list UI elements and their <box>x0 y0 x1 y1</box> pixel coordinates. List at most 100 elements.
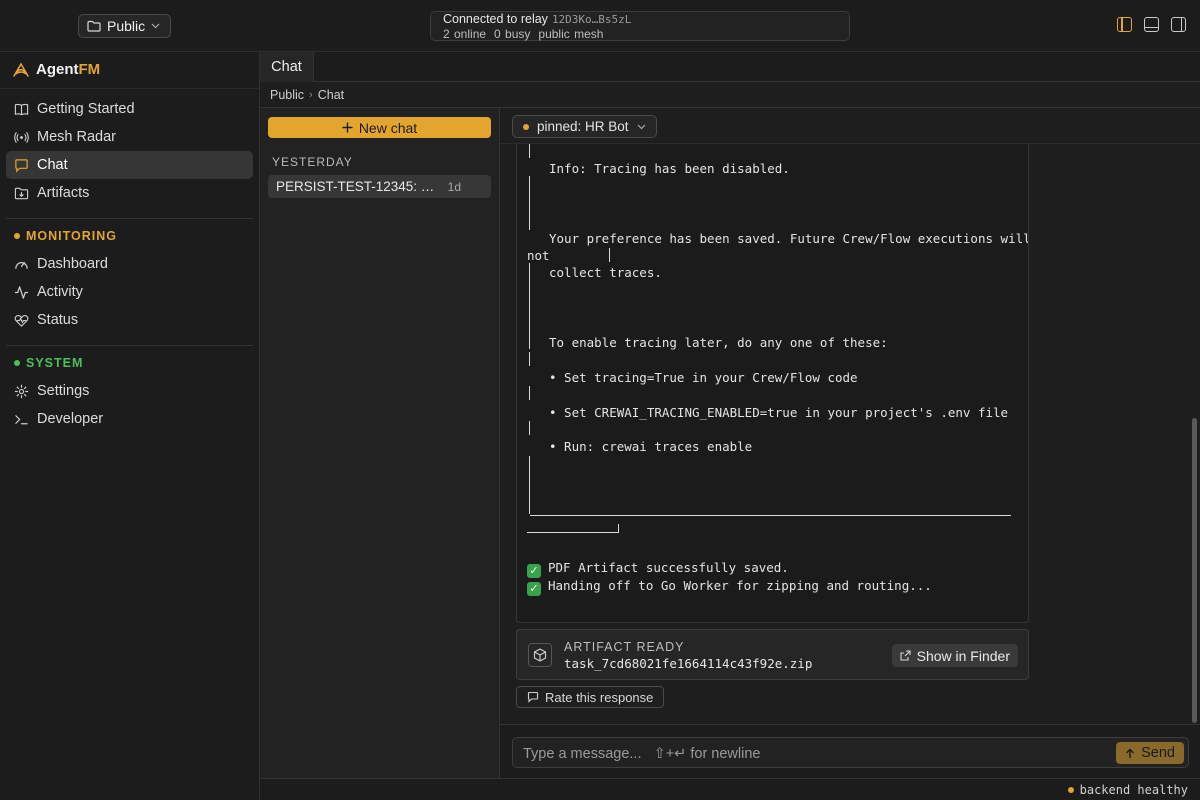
backend-health: backend healthy <box>1067 783 1188 797</box>
nav-artifacts[interactable]: Artifacts <box>6 179 253 207</box>
divider <box>0 88 260 89</box>
log-border <box>609 248 610 262</box>
log-line: • Run: crewai traces enable <box>549 439 753 454</box>
chevron-down-icon <box>637 124 645 129</box>
log-line: not <box>527 248 550 263</box>
section-monitoring-label: MONITORING <box>26 229 118 243</box>
relay-peer-id: 12D3Ko…Bs5zL <box>551 13 632 26</box>
log-line: Your preference has been saved. Future C… <box>549 231 1029 246</box>
log-line: • Set CREWAI_TRACING_ENABLED=true in you… <box>549 405 1009 420</box>
chat-list-item[interactable]: PERSIST-TEST-12345: … 1d <box>268 175 491 198</box>
message-input-box[interactable]: Send <box>512 737 1189 768</box>
log-bottom-border <box>530 515 1011 516</box>
scrollbar[interactable] <box>1192 418 1197 723</box>
check-icon: ✓ <box>527 564 541 578</box>
nav-activity[interactable]: Activity <box>6 278 253 306</box>
folder-download-icon <box>14 187 29 199</box>
status-dot <box>14 233 20 239</box>
gear-icon <box>14 384 29 398</box>
rate-response-label: Rate this response <box>545 689 654 705</box>
nav-status[interactable]: Status <box>6 306 253 334</box>
nav-label: Activity <box>37 284 83 300</box>
mesh-type: public mesh <box>538 27 604 41</box>
log-border <box>529 176 530 230</box>
relay-status[interactable]: Connected to relay 12D3Ko…Bs5zL 2 online 0… <box>430 11 850 41</box>
status-dot <box>1067 787 1074 793</box>
brand-name-fm: FM <box>78 61 101 78</box>
pinned-agent-selector[interactable]: pinned: HR Bot <box>512 115 657 138</box>
chat-title: PERSIST-TEST-12345: … <box>276 179 435 194</box>
rate-response-button[interactable]: Rate this response <box>516 686 665 708</box>
backend-health-label: backend healthy <box>1079 783 1188 797</box>
log-border <box>529 352 530 366</box>
log-border <box>618 524 619 533</box>
show-in-finder-label: Show in Finder <box>916 647 1010 664</box>
activity-icon <box>14 285 29 299</box>
check-icon: ✓ <box>527 582 541 596</box>
nav-label: Developer <box>37 411 104 427</box>
layout-toggles <box>1117 17 1186 32</box>
section-system: SYSTEM <box>14 356 83 370</box>
pin-bar: pinned: HR Bot <box>500 108 1200 144</box>
new-chat-button[interactable]: New chat <box>268 117 491 138</box>
online-count: 2 online <box>443 27 487 41</box>
conversation-panel[interactable]: pinned: HR Bot Info: Tracing has been di… <box>500 108 1200 778</box>
log-line: To enable tracing later, do any one of t… <box>549 335 888 350</box>
mesh-stats: 2 online 0 busy public mesh <box>443 27 611 41</box>
tab-chat[interactable]: Chat <box>260 52 314 82</box>
main-area: Chat Public › Chat New chat YESTERDAY PE… <box>260 52 1200 800</box>
folder-icon <box>87 20 101 32</box>
brand-name-agent: Agent <box>36 61 79 78</box>
log-border <box>529 421 530 435</box>
message-input[interactable] <box>523 744 1103 763</box>
breadcrumb-chat: Chat <box>317 87 345 102</box>
nav-chat[interactable]: Chat <box>6 151 253 179</box>
send-label: Send <box>1141 745 1175 761</box>
radar-icon <box>14 131 29 143</box>
log-line: Info: Tracing has been disabled. <box>549 161 790 176</box>
show-in-finder-button[interactable]: Show in Finder <box>891 644 1018 667</box>
toggle-left-panel-icon[interactable] <box>1117 17 1132 32</box>
nav-label: Getting Started <box>37 101 135 117</box>
message-log[interactable]: Info: Tracing has been disabled. Your pr… <box>516 144 1029 623</box>
send-button[interactable]: Send <box>1116 742 1184 764</box>
divider <box>6 345 253 346</box>
log-line: collect traces. <box>549 265 662 280</box>
status-dot <box>523 123 529 130</box>
nav-developer[interactable]: Developer <box>6 405 253 433</box>
log-border <box>529 144 530 158</box>
workspace-name: Public <box>107 18 146 34</box>
toggle-bottom-panel-icon[interactable] <box>1144 17 1159 32</box>
chat-icon <box>15 158 28 173</box>
nav-getting-started[interactable]: Getting Started <box>6 95 253 123</box>
terminal-icon <box>15 414 28 424</box>
nav-label: Chat <box>37 157 68 173</box>
artifact-card: ARTIFACT READY task_7cd68021fe1664114c43… <box>516 629 1029 680</box>
sidebar: AgentFM Getting Started Mesh Radar Chat … <box>0 52 260 800</box>
breadcrumb-public[interactable]: Public <box>270 88 304 102</box>
agentfm-logo-icon <box>13 62 29 77</box>
section-system-label: SYSTEM <box>26 356 84 370</box>
log-line: • Set tracing=True in your Crew/Flow cod… <box>549 370 858 385</box>
log-bottom-border <box>527 532 618 533</box>
nav-dashboard[interactable]: Dashboard <box>6 250 253 278</box>
chevron-right-icon: › <box>309 88 313 101</box>
relay-status-text: Connected to relay <box>443 12 548 26</box>
nav-settings[interactable]: Settings <box>6 377 253 405</box>
external-link-icon <box>900 650 911 661</box>
brand: AgentFM <box>12 61 100 78</box>
arrow-up-icon <box>1126 748 1135 758</box>
nav-mesh-radar[interactable]: Mesh Radar <box>6 123 253 151</box>
new-chat-label: New chat <box>358 119 418 136</box>
section-monitoring: MONITORING <box>14 229 117 243</box>
log-border <box>529 456 530 514</box>
top-bar: Public Connected to relay 12D3Ko…Bs5zL 2 … <box>0 0 1200 52</box>
heart-pulse-icon <box>14 314 29 327</box>
nav-label: Status <box>37 312 79 328</box>
log-line: ✓ PDF Artifact successfully saved. <box>527 560 789 578</box>
log-border <box>529 263 530 349</box>
package-icon <box>528 643 552 667</box>
toggle-right-panel-icon[interactable] <box>1171 17 1186 32</box>
chat-group-label: YESTERDAY <box>272 155 353 169</box>
workspace-selector[interactable]: Public <box>78 14 172 38</box>
